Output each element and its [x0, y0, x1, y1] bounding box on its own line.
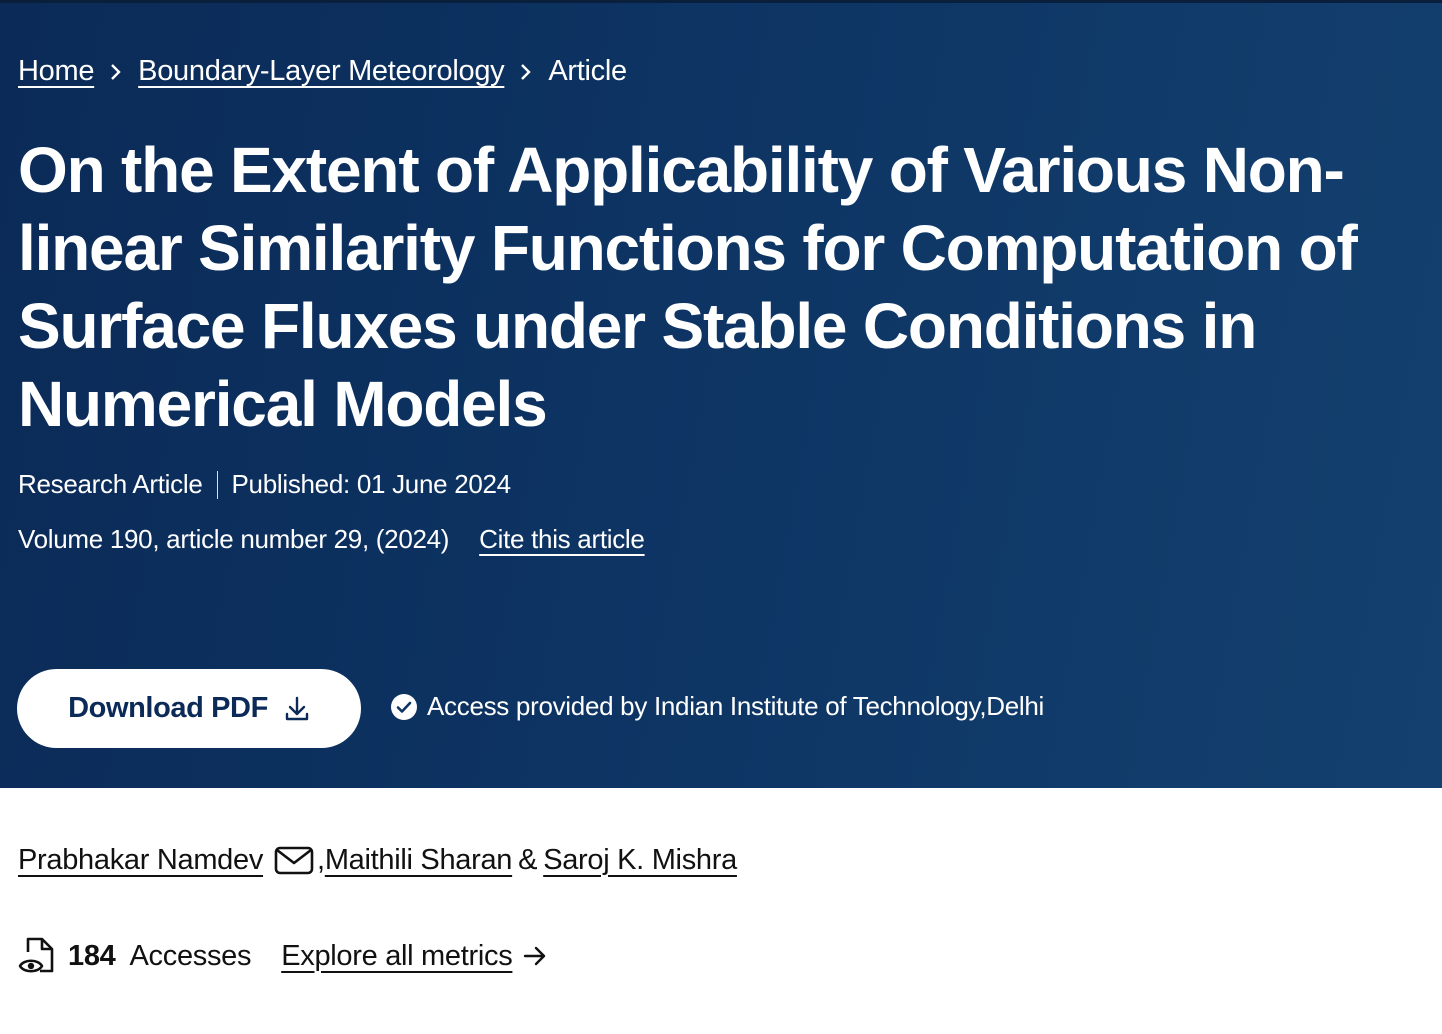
meta-divider — [216, 470, 218, 499]
article-type: Research Article — [18, 469, 203, 499]
check-circle-icon — [391, 693, 417, 720]
accesses-label: Accesses — [129, 939, 252, 972]
author-separator-comma: , — [317, 843, 325, 876]
accesses-count: 184 — [68, 939, 116, 972]
download-pdf-label: Download PDF — [68, 692, 268, 724]
author-link[interactable]: Prabhakar Namdev — [18, 844, 263, 877]
published-date: Published: 01 June 2024 — [231, 469, 512, 499]
breadcrumb-current: Article — [548, 55, 627, 87]
author-link[interactable]: Saroj K. Mishra — [543, 844, 737, 877]
article-title: On the Extent of Applicability of Variou… — [18, 134, 1358, 440]
volume-info: Volume 190, article number 29, (2024) — [18, 524, 450, 554]
chevron-right-icon — [504, 55, 548, 88]
explore-metrics-link[interactable]: Explore all metrics — [281, 940, 513, 973]
article-citation-info: Volume 190, article number 29, (2024) Ci… — [18, 524, 645, 555]
breadcrumb-journal-link[interactable]: Boundary-Layer Meteorology — [138, 55, 504, 88]
download-pdf-button[interactable]: Download PDF — [17, 669, 361, 748]
breadcrumb: Home Boundary-Layer Meteorology Article — [18, 55, 627, 88]
access-info: Access provided by Indian Institute of T… — [390, 691, 1044, 722]
author-link[interactable]: Maithili Sharan — [325, 844, 513, 877]
cite-this-article-link[interactable]: Cite this article — [479, 524, 645, 555]
chevron-right-icon — [94, 55, 138, 88]
article-header: Home Boundary-Layer Meteorology Article … — [0, 0, 1442, 788]
document-eye-icon — [18, 937, 54, 973]
access-text: Access provided by Indian Institute of T… — [427, 691, 1045, 721]
download-icon — [285, 696, 309, 720]
arrow-right-icon[interactable] — [522, 944, 548, 968]
article-meta: Research Article Published: 01 June 2024 — [18, 469, 511, 500]
article-metrics: 184 Accesses Explore all metrics — [18, 935, 548, 977]
author-separator-amp: & — [518, 843, 538, 876]
author-list: Prabhakar Namdev , Maithili Sharan & Sar… — [18, 843, 737, 877]
breadcrumb-home-link[interactable]: Home — [18, 55, 94, 88]
email-icon[interactable] — [273, 843, 315, 877]
